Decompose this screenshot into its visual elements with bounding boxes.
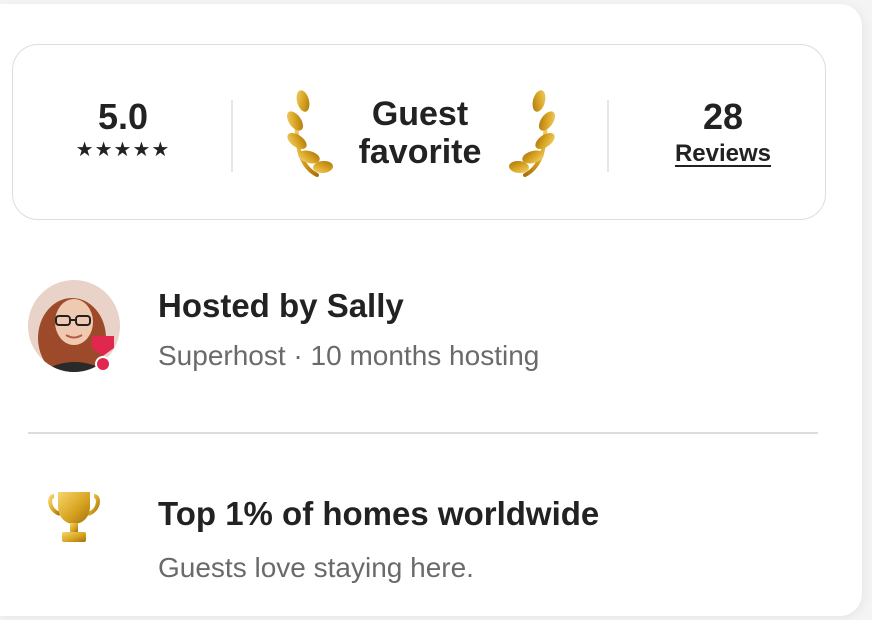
guest-favorite-label: Guest favorite — [335, 95, 505, 171]
reviews-count: 28 — [702, 96, 744, 137]
avatar[interactable] — [28, 280, 122, 374]
divider — [231, 100, 233, 172]
host-name: Hosted by Sally — [158, 287, 404, 324]
guest-favorite-line2: favorite — [358, 133, 482, 171]
highlight-subtitle: Guests love staying here. — [158, 552, 474, 583]
section-divider — [28, 432, 818, 434]
guest-favorite-rating-box: 5.0 ★★★★★ Guest favorite 28 Reviews — [12, 44, 826, 220]
laurel-icon — [509, 90, 555, 177]
listing-summary-card: 5.0 ★★★★★ Guest favorite 28 Reviews Host… — [0, 4, 862, 616]
guest-favorite-line1: Guest — [371, 95, 469, 133]
listing-highlight: Top 1% of homes worldwide Guests love st… — [28, 488, 828, 598]
review-count: 28 Reviews — [643, 97, 803, 171]
host-info[interactable]: Hosted by Sally Superhost · 10 months ho… — [28, 280, 828, 380]
rating-score: 5.0 — [97, 96, 149, 137]
guest-favorite-badge: Guest favorite — [283, 87, 555, 187]
star-icon-row: ★★★★★ — [75, 139, 171, 161]
overall-rating: 5.0 ★★★★★ — [43, 97, 203, 163]
host-subtitle: Superhost · 10 months hosting — [158, 340, 540, 371]
trophy-icon — [48, 492, 100, 542]
laurel-icon — [287, 90, 333, 177]
highlight-title: Top 1% of homes worldwide — [158, 495, 600, 532]
divider — [607, 100, 609, 172]
reviews-link[interactable]: Reviews — [643, 137, 803, 171]
